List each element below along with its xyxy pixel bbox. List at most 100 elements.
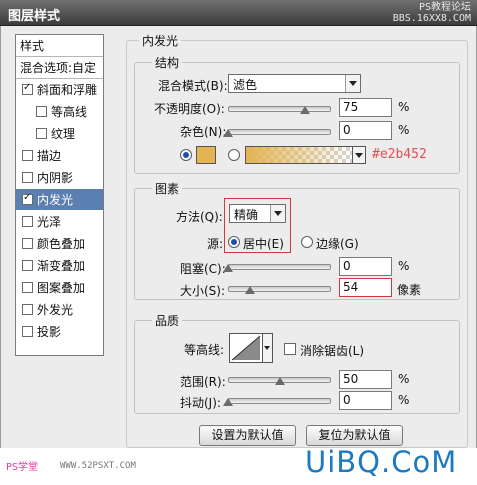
sidebar-item[interactable]: 描边 (16, 145, 103, 166)
sidebar-item-checkbox[interactable] (22, 304, 33, 315)
sidebar-item-checkbox[interactable] (22, 82, 33, 95)
noise-unit: % (398, 123, 410, 137)
source-edge-radio[interactable] (301, 236, 313, 248)
choke-label: 阻塞(C): (180, 262, 226, 276)
gradient-mode-radio[interactable] (228, 149, 240, 161)
watermark-top: PS教程论坛 BBS.16XX8.COM (393, 2, 471, 24)
sidebar-item-label: 等高线 (51, 105, 88, 119)
sidebar-item[interactable]: 内发光 (16, 189, 103, 210)
sidebar-item-checkbox[interactable] (36, 128, 47, 139)
sidebar-item-label: 纹理 (51, 127, 76, 141)
noise-slider-thumb[interactable] (223, 129, 233, 137)
sidebar-item-label: 内发光 (37, 193, 74, 207)
quality-title: 品质 (152, 312, 183, 329)
sidebar-item[interactable]: 渐变叠加 (16, 255, 103, 276)
opacity-unit: % (398, 100, 410, 114)
size-input[interactable]: 54 (339, 278, 392, 297)
sidebar-item-label: 投影 (37, 325, 62, 339)
choke-slider-thumb[interactable] (223, 264, 233, 272)
sidebar-item-label: 图案叠加 (37, 281, 86, 295)
sidebar-item-label: 渐变叠加 (37, 259, 86, 273)
watermark-bottom-left: PS学堂 (6, 462, 39, 473)
sidebar-item-checkbox[interactable] (36, 106, 47, 117)
source-edge-label[interactable]: 边缘(G) (316, 235, 359, 252)
sidebar-item[interactable]: 图案叠加 (16, 277, 103, 298)
set-default-button[interactable]: 设置为默认值 (199, 425, 296, 446)
sidebar-item-checkbox[interactable] (22, 216, 33, 227)
source-center-radio[interactable] (228, 236, 240, 248)
sidebar-item-label: 描边 (37, 149, 62, 163)
panel-title: 内发光 (139, 32, 182, 49)
sidebar-item-label: 内阴影 (37, 171, 74, 185)
styles-header[interactable]: 样式 (16, 35, 103, 57)
antialias-label[interactable]: 消除锯齿(L) (300, 342, 364, 359)
watermark-bottom-left-url: WWW.52PSXT.COM (60, 461, 136, 471)
range-slider-thumb[interactable] (274, 377, 285, 385)
source-center-label[interactable]: 居中(E) (243, 235, 284, 252)
sidebar-item[interactable]: 颜色叠加 (16, 233, 103, 254)
method-label: 方法(Q): (176, 210, 223, 224)
color-mode-radio[interactable] (180, 149, 192, 161)
sidebar-item[interactable]: 等高线 (16, 101, 103, 122)
source-label: 源: (207, 237, 224, 251)
sidebar-item-label: 外发光 (37, 303, 74, 317)
size-slider-thumb[interactable] (245, 286, 256, 294)
title-bar: 图层样式 PS教程论坛 BBS.16XX8.COM (0, 0, 477, 26)
structure-title: 结构 (152, 54, 183, 71)
range-input[interactable]: 50 (339, 370, 392, 389)
sidebar-item-label: 斜面和浮雕 (37, 83, 98, 97)
sidebar-item[interactable]: 纹理 (16, 123, 103, 144)
watermark-top-line-1: PS教程论坛 (418, 2, 471, 13)
jitter-slider-thumb[interactable] (223, 398, 233, 406)
sidebar-item[interactable]: 斜面和浮雕 (16, 79, 103, 100)
sidebar-item[interactable]: 内阴影 (16, 167, 103, 188)
sidebar-item-checkbox[interactable] (22, 150, 33, 161)
blend-mode-label: 混合模式(B): (158, 79, 228, 93)
sidebar-item[interactable]: 投影 (16, 321, 103, 342)
sidebar-item-label: 光泽 (37, 215, 62, 229)
antialias-checkbox[interactable] (284, 343, 296, 355)
contour-picker[interactable] (229, 333, 263, 363)
jitter-input[interactable]: 0 (339, 391, 392, 410)
noise-slider[interactable] (228, 129, 331, 135)
sidebar-item[interactable]: 外发光 (16, 299, 103, 320)
size-slider[interactable] (228, 286, 331, 292)
range-label: 范围(R): (180, 375, 226, 389)
chevron-down-icon (270, 205, 285, 222)
chevron-down-icon (345, 75, 360, 92)
range-unit: % (398, 372, 410, 386)
blend-mode-select[interactable]: 滤色 (228, 74, 361, 93)
size-unit: 像素 (397, 283, 422, 297)
sidebar-item[interactable]: 光泽 (16, 211, 103, 232)
blend-options-item[interactable]: 混合选项:自定 (16, 57, 103, 79)
gradient-dropdown-arrow[interactable] (353, 146, 366, 164)
choke-input[interactable]: 0 (339, 257, 392, 276)
watermark-top-line-2: BBS.16XX8.COM (392, 13, 471, 24)
styles-list: 样式 混合选项:自定 斜面和浮雕等高线纹理描边内阴影内发光光泽颜色叠加渐变叠加图… (15, 34, 104, 356)
reset-default-button[interactable]: 复位为默认值 (306, 425, 403, 446)
method-value: 精确 (234, 208, 259, 222)
elements-title: 图素 (152, 180, 183, 197)
jitter-unit: % (398, 393, 410, 407)
contour-label: 等高线: (184, 343, 225, 357)
sidebar-item-checkbox[interactable] (22, 238, 33, 249)
sidebar-item-checkbox[interactable] (22, 282, 33, 293)
glow-gradient-picker[interactable] (245, 146, 353, 164)
jitter-label: 抖动(J): (180, 396, 221, 410)
jitter-slider[interactable] (228, 398, 331, 404)
method-select[interactable]: 精确 (229, 204, 286, 223)
sidebar-item-checkbox[interactable] (22, 192, 33, 205)
choke-slider[interactable] (228, 264, 331, 270)
noise-input[interactable]: 0 (339, 121, 392, 140)
opacity-slider-thumb[interactable] (300, 106, 311, 114)
sidebar-item-checkbox[interactable] (22, 172, 33, 183)
opacity-label: 不透明度(O): (154, 102, 225, 116)
opacity-slider[interactable] (228, 106, 331, 112)
sidebar-item-checkbox[interactable] (22, 260, 33, 271)
blend-mode-value: 滤色 (233, 78, 258, 92)
opacity-input[interactable]: 75 (339, 98, 392, 117)
glow-color-swatch[interactable] (196, 146, 216, 164)
contour-dropdown-arrow[interactable] (263, 333, 273, 363)
sidebar-item-checkbox[interactable] (22, 326, 33, 337)
dialog-title: 图层样式 (8, 9, 61, 24)
